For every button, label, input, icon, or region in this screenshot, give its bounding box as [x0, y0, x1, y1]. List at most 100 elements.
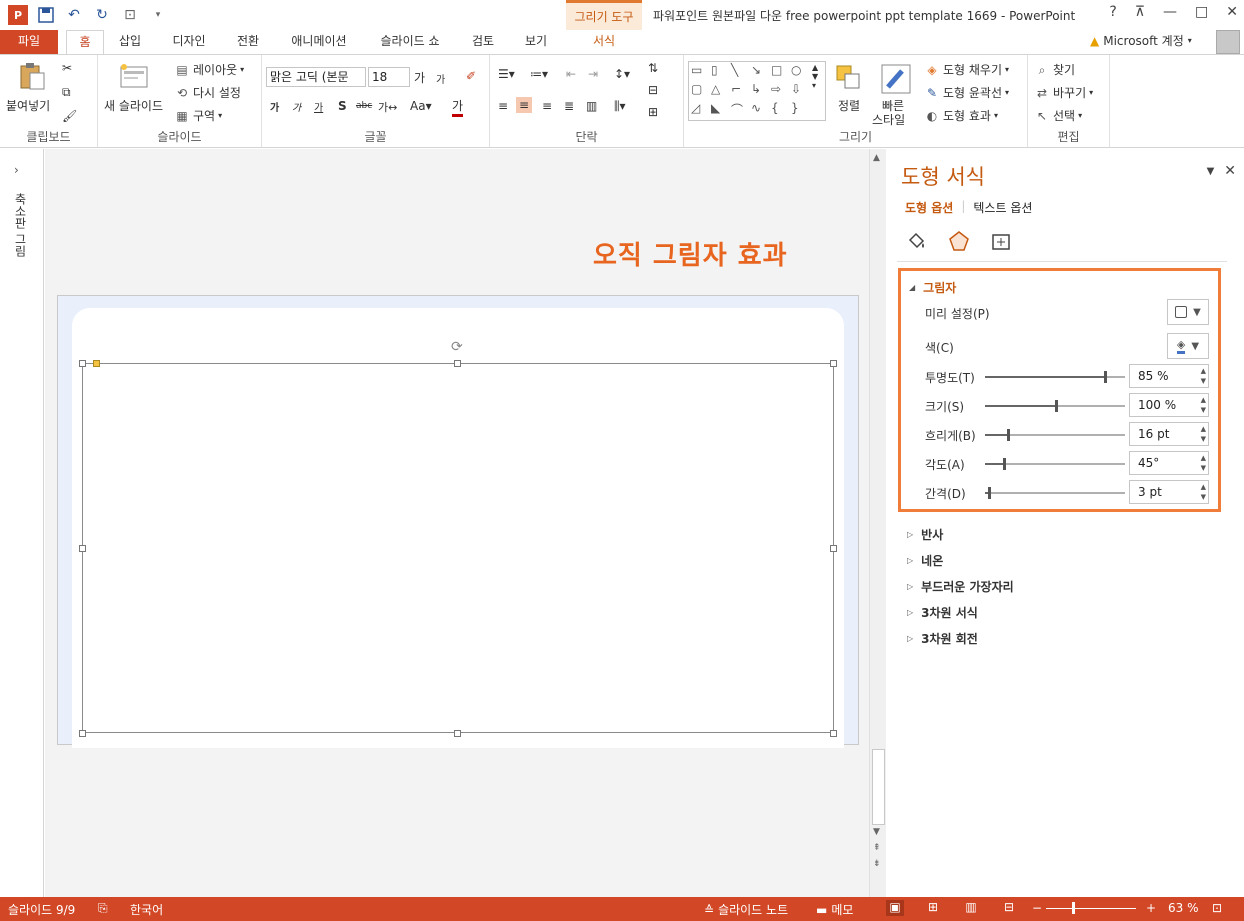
strikethrough-icon[interactable]: abc	[356, 101, 372, 111]
decrease-indent-icon[interactable]: ⇤	[566, 67, 576, 81]
font-size-combo[interactable]: 18	[368, 67, 410, 87]
tab-view[interactable]: 보기	[516, 30, 556, 54]
font-family-combo[interactable]: 맑은 고딕 (본문	[266, 67, 366, 87]
elbow-shape-icon[interactable]: ⌐	[731, 82, 751, 101]
format-painter-icon[interactable]: 🖌	[62, 109, 77, 123]
redo-icon[interactable]: ↻	[92, 5, 112, 25]
char-spacing-icon[interactable]: 가↔	[378, 99, 397, 115]
align-right-icon[interactable]: ≡	[542, 99, 552, 113]
fill-line-icon[interactable]	[905, 229, 929, 253]
normal-view-icon[interactable]: ▣	[886, 900, 904, 916]
resize-handle[interactable]	[79, 545, 86, 552]
scrollbar-thumb[interactable]	[872, 749, 885, 825]
font-color-icon[interactable]: 가	[452, 97, 464, 117]
save-icon[interactable]	[36, 5, 56, 25]
quick-styles-icon[interactable]	[880, 63, 912, 95]
freeform-shape-icon[interactable]: ◿	[691, 101, 711, 120]
quick-styles-button-line2[interactable]: 스타일	[872, 111, 905, 128]
tab-home[interactable]: 홈	[66, 30, 104, 54]
adjust-handle[interactable]	[93, 360, 100, 367]
thumbnail-pane-collapsed[interactable]: › 축소판 그림	[0, 149, 44, 897]
line-shape-icon[interactable]: ╲	[731, 63, 751, 82]
blur-slider[interactable]	[985, 429, 1125, 441]
bullets-icon[interactable]: ☰▾	[498, 67, 515, 81]
resize-handle[interactable]	[830, 360, 837, 367]
resize-handle[interactable]	[79, 730, 86, 737]
select-button[interactable]: ↖ 선택 ▾	[1034, 107, 1082, 124]
shapes-gallery[interactable]: ▭ ▯ ╲ ↘ □ ○ ▢ △ ⌐ ↳ ⇨ ⇩ ◿ ◣ ⌒ ∿ { }	[688, 61, 826, 121]
close-icon[interactable]: ✕	[1226, 4, 1238, 20]
left-brace-shape-icon[interactable]: {	[771, 101, 791, 120]
tab-slide-show[interactable]: 슬라이드 쇼	[372, 30, 448, 54]
tab-animations[interactable]: 애니메이션	[282, 30, 356, 54]
paste-button[interactable]: 붙여넣기	[6, 97, 50, 114]
chevron-right-icon[interactable]: ›	[14, 163, 19, 177]
transparency-slider[interactable]	[985, 371, 1125, 383]
rotate-handle-icon[interactable]: ⟳	[451, 339, 463, 355]
bold-icon[interactable]: 가	[270, 99, 279, 114]
tab-transitions[interactable]: 전환	[228, 30, 268, 54]
account-area[interactable]: ▲ Microsoft 계정 ▾	[1090, 32, 1192, 49]
new-slide-icon[interactable]	[118, 61, 150, 93]
tab-text-options[interactable]: 텍스트 옵션	[973, 199, 1032, 216]
shrink-font-icon[interactable]: 가	[436, 71, 445, 86]
spinner-arrows-icon[interactable]: ▲ ▼	[1201, 482, 1206, 502]
zoom-level[interactable]: 63 %	[1168, 901, 1199, 915]
new-slide-button[interactable]: 새 슬라이드	[104, 97, 163, 114]
preset-dropdown[interactable]: ▼	[1167, 299, 1209, 325]
comments-button[interactable]: ▬ 메모	[816, 901, 853, 918]
clear-formatting-icon[interactable]: ✐	[466, 69, 476, 83]
reading-view-icon[interactable]: ▥	[962, 900, 980, 916]
distributed-icon[interactable]: ▥	[586, 99, 597, 113]
tab-shape-options[interactable]: 도형 옵션	[905, 199, 953, 216]
slide-title[interactable]: 오직 그림자 효과	[593, 235, 788, 272]
zoom-out-icon[interactable]: −	[1032, 901, 1042, 915]
minimize-icon[interactable]: —	[1163, 4, 1177, 20]
paste-icon[interactable]	[16, 61, 48, 93]
callout-shape-icon[interactable]: ◣	[711, 101, 731, 120]
size-slider[interactable]	[985, 400, 1125, 412]
arrange-icon[interactable]	[834, 63, 866, 95]
copy-icon[interactable]: ⧉	[62, 85, 71, 100]
align-text-icon[interactable]: ⊟	[648, 83, 658, 97]
slider-knob[interactable]	[1007, 429, 1010, 441]
slide-editing-area[interactable]: 오직 그림자 효과 ⟳	[45, 149, 869, 897]
layout-button[interactable]: ▤ 레이아웃 ▾	[174, 61, 244, 78]
undo-icon[interactable]: ↶	[64, 5, 84, 25]
resize-handle[interactable]	[830, 545, 837, 552]
effects-pentagon-icon[interactable]	[947, 229, 971, 253]
tab-review[interactable]: 검토	[464, 30, 502, 54]
distance-spinner[interactable]: 3 pt ▲ ▼	[1129, 480, 1209, 504]
spinner-arrows-icon[interactable]: ▲ ▼	[1201, 453, 1206, 473]
spinner-arrows-icon[interactable]: ▲ ▼	[1201, 395, 1206, 415]
zoom-slider[interactable]	[1046, 908, 1136, 909]
ribbon-display-icon[interactable]: ⊼	[1135, 4, 1145, 20]
tab-format[interactable]: 서식	[566, 30, 642, 54]
language-indicator[interactable]: 한국어	[130, 901, 163, 918]
columns-icon[interactable]: ⫼▾	[614, 99, 626, 114]
zoom-in-icon[interactable]: +	[1146, 901, 1156, 915]
shape-outline-button[interactable]: ✎ 도형 윤곽선 ▾	[924, 84, 1009, 101]
tab-insert[interactable]: 삽입	[110, 30, 150, 54]
previous-slide-icon[interactable]: ⇞	[873, 843, 881, 853]
color-dropdown[interactable]: ◈ ▼	[1167, 333, 1209, 359]
soft-edges-section-header[interactable]: ▷ 부드러운 가장자리	[907, 573, 1014, 599]
angle-spinner[interactable]: 45° ▲ ▼	[1129, 451, 1209, 475]
angle-slider[interactable]	[985, 458, 1125, 470]
notes-button[interactable]: ≙ 슬라이드 노트	[704, 901, 788, 918]
reflection-section-header[interactable]: ▷ 반사	[907, 521, 1014, 547]
shape-fill-button[interactable]: ◈ 도형 채우기 ▾	[924, 61, 1009, 78]
zoom-slider-knob[interactable]	[1072, 902, 1075, 914]
italic-icon[interactable]: 가	[292, 99, 301, 114]
maximize-icon[interactable]: □	[1195, 4, 1208, 20]
fit-to-window-icon[interactable]: ⊡	[1212, 901, 1222, 915]
close-pane-icon[interactable]: ✕	[1224, 163, 1236, 179]
avatar[interactable]	[1216, 30, 1240, 54]
selected-shape[interactable]	[82, 363, 834, 733]
vertical-textbox-shape-icon[interactable]: ▯	[711, 63, 731, 82]
spinner-arrows-icon[interactable]: ▲ ▼	[1201, 424, 1206, 444]
start-from-beginning-icon[interactable]: ⊡	[120, 5, 140, 25]
arc-shape-icon[interactable]: ⌒	[731, 101, 751, 120]
resize-handle[interactable]	[830, 730, 837, 737]
tab-design[interactable]: 디자인	[164, 30, 214, 54]
